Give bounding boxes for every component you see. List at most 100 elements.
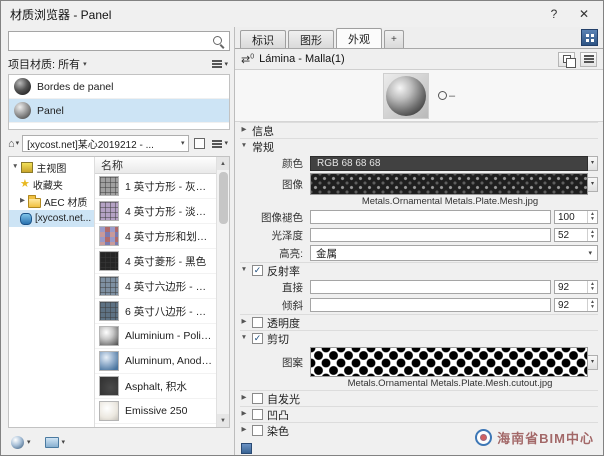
close-button[interactable]: ✕ [569, 4, 599, 24]
asset-menu-button[interactable] [580, 52, 597, 67]
preview-options-button[interactable]: – [438, 90, 455, 102]
open-library-button[interactable]: ▾ [42, 436, 69, 449]
collapse-icon[interactable]: ▶ [240, 127, 248, 134]
image-fade-slider[interactable] [310, 210, 551, 224]
scroll-down-button[interactable]: ▼ [217, 414, 230, 427]
library-material-row[interactable]: Asphalt, 积水 [95, 374, 216, 399]
scrollbar-thumb[interactable] [219, 172, 228, 224]
color-swatch[interactable]: RGB 68 68 68 [310, 156, 588, 171]
section-cutout[interactable]: ▼ ✓ 剪切 [240, 330, 598, 346]
section-information[interactable]: ▶ 信息 [240, 122, 598, 138]
tab-graphics[interactable]: 图形 [288, 30, 334, 48]
oblique-label: 倾斜 [248, 298, 310, 313]
library-material-row[interactable]: 4 英寸方形 - 淡紫色 [95, 199, 216, 224]
project-material-row[interactable]: Bordes de panel [9, 75, 229, 99]
chevron-down-icon[interactable]: ▾ [83, 61, 87, 68]
cutout-texture-preview[interactable] [310, 347, 588, 377]
material-preview[interactable] [383, 73, 429, 119]
library-header: ⌂ ▾ [xycost.net]某心2019212 - ... ▾ ▾ [8, 133, 230, 154]
scroll-up-button[interactable]: ▲ [217, 157, 230, 170]
project-material-row-selected[interactable]: Panel [9, 99, 229, 123]
spinner[interactable]: ▲▼ [587, 299, 597, 311]
home-button[interactable]: ⌂ ▾ [8, 138, 19, 150]
section-reflectivity[interactable]: ▼ ✓ 反射率 [240, 262, 598, 278]
cutout-menu-button[interactable]: ▾ [588, 355, 598, 370]
library-material-row[interactable]: 4 英寸菱形 - 黑色 [95, 249, 216, 274]
spin-down-icon[interactable]: ▼ [590, 235, 595, 240]
image-menu-button[interactable]: ▾ [588, 177, 598, 192]
toggle-library-panel-button[interactable] [581, 29, 598, 46]
collapse-icon[interactable]: ▶ [240, 319, 248, 326]
collapse-icon[interactable]: ▶ [240, 427, 248, 434]
create-material-button[interactable]: ▾ [8, 435, 34, 450]
expand-icon[interactable]: ▼ [12, 164, 18, 171]
tint-checkbox[interactable] [252, 425, 263, 436]
tree-item-library[interactable]: [xycost.net... [9, 210, 94, 227]
collapse-icon[interactable]: ▶ [240, 395, 248, 402]
image-fade-value[interactable]: 100 ▲▼ [554, 210, 598, 224]
library-material-row[interactable]: Aluminum, Anodized Silver [95, 349, 216, 374]
expand-icon[interactable]: ▼ [240, 335, 248, 342]
image-texture-preview[interactable] [310, 173, 588, 195]
tree-item-favorites[interactable]: ★ 收藏夹 [9, 176, 94, 193]
library-selector[interactable]: [xycost.net]某心2019212 - ... ▾ [22, 135, 189, 152]
list-column-header[interactable]: 名称 [95, 157, 216, 174]
library-material-row[interactable]: 4 英寸六边形 - 蓝灰色 [95, 274, 216, 299]
spin-down-icon[interactable]: ▼ [590, 287, 595, 292]
tab-appearance[interactable]: 外观 [336, 28, 382, 48]
scrollbar-track[interactable] [217, 170, 230, 414]
collapse-icon[interactable]: ▶ [240, 411, 248, 418]
project-filter-dropdown[interactable]: 所有 [58, 56, 80, 72]
library-material-row[interactable]: 4 英寸方形和划痕 - 柔和红蓝色 [95, 224, 216, 249]
folder-icon [28, 198, 41, 208]
highlights-dropdown[interactable]: 金属 ▾ [310, 245, 598, 261]
expand-icon[interactable]: ▼ [240, 267, 248, 274]
spinner[interactable]: ▲▼ [587, 229, 597, 241]
cutout-checkbox[interactable]: ✓ [252, 333, 263, 344]
glossiness-slider[interactable] [310, 228, 551, 242]
bump-checkbox[interactable] [252, 409, 263, 420]
section-bump[interactable]: ▶ 凹凸 [240, 406, 598, 422]
spinner[interactable]: ▲▼ [587, 281, 597, 293]
transparency-checkbox[interactable] [252, 317, 263, 328]
tree-item-aec-materials[interactable]: ▶ AEC 材质 [9, 193, 94, 210]
section-tint[interactable]: ▶ 染色 [240, 422, 598, 438]
image-property: 图像 ▾ [240, 172, 598, 196]
search-box[interactable] [8, 31, 230, 51]
spin-down-icon[interactable]: ▼ [590, 217, 595, 222]
glossiness-value[interactable]: 52 ▲▼ [554, 228, 598, 242]
library-material-row[interactable]: 1 英寸方形 - 灰色马赛克 [95, 174, 216, 199]
spin-down-icon[interactable]: ▼ [590, 305, 595, 310]
library-view-options-button[interactable]: ▾ [210, 136, 230, 151]
editor-footer [235, 441, 603, 455]
project-view-options-button[interactable]: ▾ [210, 57, 230, 72]
oblique-slider[interactable] [310, 298, 551, 312]
titlebar[interactable]: 材质浏览器 - Panel ? ✕ [1, 1, 603, 27]
library-material-row[interactable]: Emissive 250 [95, 399, 216, 424]
search-input[interactable] [13, 33, 212, 49]
library-material-row[interactable]: 6 英寸八边形 - 蓝灰色 [95, 299, 216, 324]
self-illumination-checkbox[interactable] [252, 393, 263, 404]
section-general[interactable]: ▼ 常规 [240, 138, 598, 154]
direct-slider[interactable] [310, 280, 551, 294]
expand-icon[interactable]: ▼ [240, 143, 248, 150]
section-self-illumination[interactable]: ▶ 自发光 [240, 390, 598, 406]
direct-value[interactable]: 92 ▲▼ [554, 280, 598, 294]
tab-identity[interactable]: 标识 [240, 30, 286, 48]
shared-asset-button[interactable]: ⇄0 [241, 53, 254, 66]
reflectivity-checkbox[interactable]: ✓ [252, 265, 263, 276]
expand-library-panel-button[interactable] [192, 136, 207, 151]
library-material-row[interactable]: Aluminium - Polished [95, 324, 216, 349]
tree-item-home-view[interactable]: ▼ 主视图 [9, 159, 94, 176]
asset-panel-button[interactable] [241, 443, 252, 454]
spinner[interactable]: ▲▼ [587, 211, 597, 223]
cutout-filename: Metals.Ornamental Metals.Plate.Mesh.cuto… [240, 378, 598, 390]
oblique-value[interactable]: 92 ▲▼ [554, 298, 598, 312]
duplicate-asset-button[interactable] [558, 52, 575, 67]
scrollbar[interactable]: ▲ ▼ [216, 157, 229, 427]
color-menu-button[interactable]: ▾ [588, 156, 598, 171]
collapse-icon[interactable]: ▶ [20, 198, 25, 205]
add-asset-tab-button[interactable]: + [384, 30, 404, 48]
help-button[interactable]: ? [539, 4, 569, 24]
section-transparency[interactable]: ▶ 透明度 [240, 314, 598, 330]
